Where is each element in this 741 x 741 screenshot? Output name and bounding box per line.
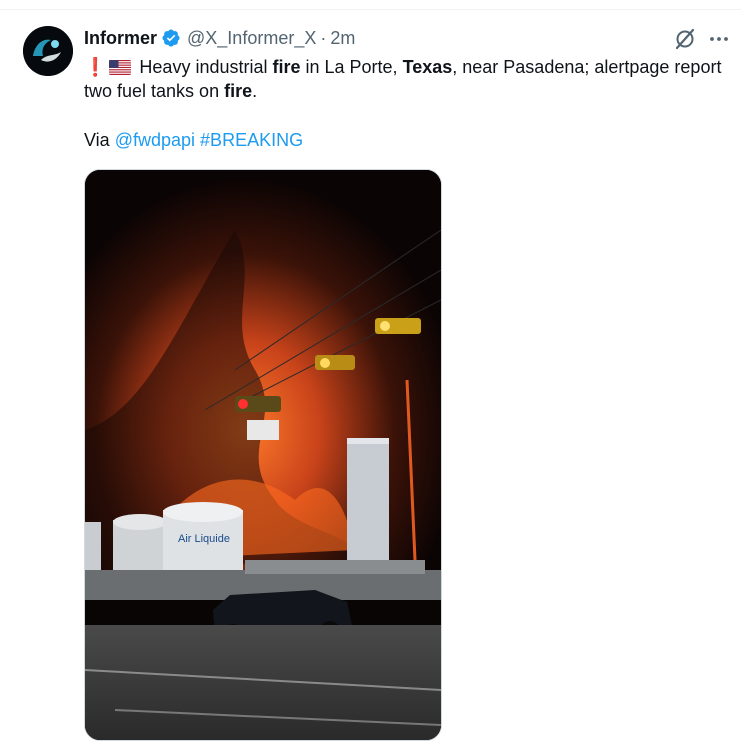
separator-dot: · xyxy=(320,27,327,48)
author-handle[interactable]: @X_Informer_X xyxy=(187,28,316,49)
air-liquide-sign: Air Liquide xyxy=(178,533,230,545)
verified-badge-icon[interactable] xyxy=(161,28,181,48)
text-segment-2: in La Porte, xyxy=(300,57,403,77)
top-divider xyxy=(0,0,741,10)
tweet-header: Informer @X_Informer_X · 2m xyxy=(84,26,355,50)
exclamation-emoji: ❗ xyxy=(84,57,107,77)
avatar-image xyxy=(23,26,73,76)
text-bold-texas: Texas xyxy=(402,57,453,77)
text-segment-1: Heavy industrial xyxy=(134,57,273,77)
text-bold-fire-2: fire xyxy=(224,81,253,101)
text-segment-4: . xyxy=(252,81,258,101)
avatar[interactable] xyxy=(23,26,73,76)
display-name[interactable]: Informer xyxy=(84,28,157,49)
text-bold-fire-1: fire xyxy=(272,57,301,77)
mention-link[interactable]: @fwdpapi xyxy=(115,130,195,150)
video-thumbnail[interactable]: Air Liquide xyxy=(84,169,442,741)
fire-scene-image: Air Liquide xyxy=(85,170,441,740)
more-icon[interactable] xyxy=(706,27,732,51)
via-line: Via @fwdpapi #BREAKING xyxy=(84,128,303,152)
via-label: Via xyxy=(84,130,115,150)
hashtag-link[interactable]: #BREAKING xyxy=(200,130,303,150)
grok-icon[interactable] xyxy=(673,27,697,51)
timestamp[interactable]: 2m xyxy=(330,28,355,49)
tweet-text: ❗ Heavy industrial fire in La Porte, Tex… xyxy=(84,55,724,103)
us-flag-icon xyxy=(109,60,132,75)
